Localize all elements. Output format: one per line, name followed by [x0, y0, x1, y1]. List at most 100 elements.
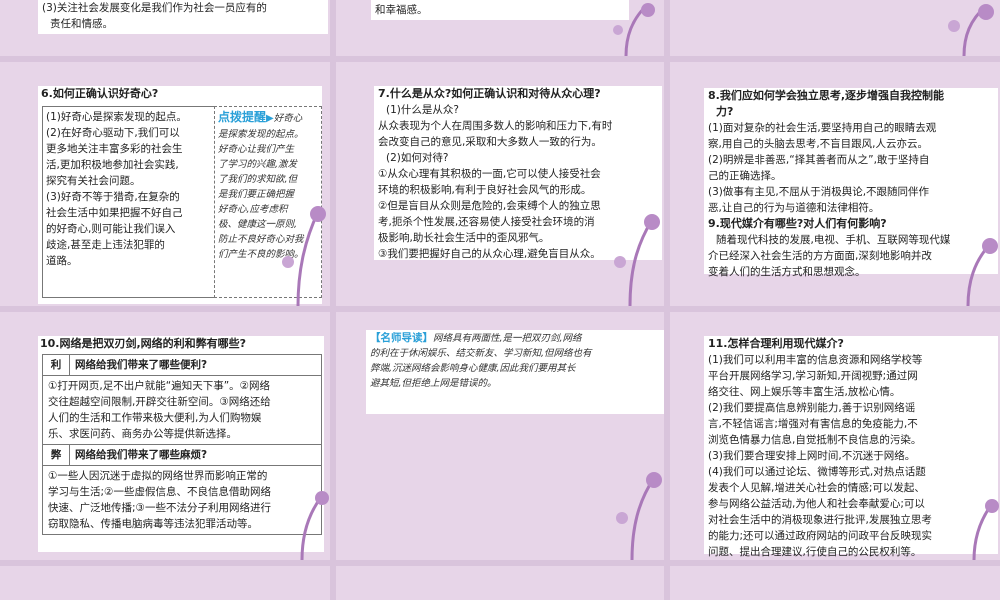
text-line: (3)关注社会发展变化是我们作为社会一员应有的 — [42, 2, 267, 14]
slide-q8-q9: 8.我们应如何学会独立思考,逐步增强自我控制能 力? (1)面对复杂的社会生活,… — [670, 62, 1000, 306]
slide-top-left: (3)关注社会发展变化是我们作为社会一员应有的 责任和情感。 — [0, 0, 330, 56]
guide-line: 避其短,但拒绝上网是错误的。 — [370, 378, 497, 389]
text-line: (2)在好奇心驱动下,我们可以 — [46, 127, 180, 139]
floral-decoration-icon — [966, 238, 998, 306]
text-line: 探究有关社会问题。 — [46, 175, 141, 187]
slide-bottom-right — [670, 566, 1000, 600]
slide-bottom-left — [0, 566, 330, 600]
slide-bottom-mid — [336, 566, 664, 600]
question-title: 6.如何正确认识好奇心? — [41, 87, 159, 100]
play-arrow-icon: ▶ — [266, 113, 274, 124]
table-row: 利 网络给我们带来了哪些便利? — [42, 354, 322, 376]
text-line: 络交往、网上娱乐等丰富生活,放松心情。 — [708, 386, 901, 398]
tip-header: 点拨提醒▶好奇心 — [218, 109, 318, 127]
table-cell: 利 — [42, 354, 70, 376]
table-row: ①一些人因沉迷于虚拟的网络世界而影响正常的 学习与生活;②一些虚假信息、不良信息… — [42, 465, 322, 535]
text-line: (3)做事有主见,不屈从于消极舆论,不跟随同伴作 — [708, 186, 930, 198]
text-line: 活,更加积极地参加社会实践, — [46, 159, 179, 171]
table-cell: 网络给我们带来了哪些麻烦? — [69, 444, 322, 466]
tip-line: 了学习的兴趣,激发 — [218, 159, 298, 170]
text-line: 言,不轻信谣言;增强对有害信息的免疫能力,不 — [708, 418, 918, 430]
text-line: 浏览色情暴力信息,自觉抵制不良信息的污染。 — [708, 434, 922, 446]
text-line: 更多地关注丰富多彩的社会生 — [46, 143, 183, 155]
text-line: 察,用自己的头脑去思考,不盲目跟风,人云亦云。 — [708, 138, 929, 150]
text-line: 快速、广泛地传播;③一些不法分子利用网络进行 — [48, 502, 271, 514]
text-line: (2)如何对待? — [386, 152, 449, 164]
question-title: 11.怎样合理利用现代媒介? — [708, 337, 844, 350]
guide-card: 【名师导读】网络具有两面性,是一把双刃剑,网络 的利在于休闲娱乐、结交新友、学习… — [366, 330, 664, 414]
guide-line: 网络具有两面性,是一把双刃剑,网络 — [433, 333, 582, 344]
tip-line: 了我们的求知欲,但 — [218, 174, 298, 185]
table-row: 弊 网络给我们带来了哪些麻烦? — [42, 444, 322, 466]
text-line: (1)什么是从众? — [386, 104, 459, 116]
slide-top-mid: 和幸福感。 — [336, 0, 664, 56]
table-cell: 弊 — [42, 444, 70, 466]
text-line: (3)好奇不等于猎奇,在复杂的 — [46, 191, 180, 203]
slide-q10: 10.网络是把双刃剑,网络的利和弊有哪些? 利 网络给我们带来了哪些便利? ①打… — [0, 312, 330, 560]
question-title: 10.网络是把双刃剑,网络的利和弊有哪些? — [40, 337, 247, 350]
text-line: 会改变自己的意见,采取和大多数人一致的行为。 — [378, 136, 602, 148]
text-line: ①打开网页,足不出户就能“遍知天下事”。②网络 — [48, 380, 271, 392]
question-title: 7.什么是从众?如何正确认识和对待从众心理? — [378, 87, 601, 100]
slide-q7: 7.什么是从众?如何正确认识和对待从众心理? (1)什么是从众? 从众表现为个人… — [336, 62, 664, 306]
text-line: 社会生活中如果把握不好自己 — [46, 207, 183, 219]
text-line: 交往超越空间限制,开辟交往新空间。③网络还给 — [48, 396, 271, 408]
text-line: (3)我们要合理安排上网时间,不沉迷于网络。 — [708, 450, 916, 462]
text-line: 道路。 — [46, 255, 78, 267]
tip-line: 是探索发现的起点。 — [218, 129, 304, 140]
top-mid-card: 和幸福感。 — [371, 0, 629, 20]
table-cell: 网络给我们带来了哪些便利? — [69, 354, 322, 376]
floral-decoration-icon — [613, 3, 655, 56]
text-line: 乐、求医问药、商务办公等提供新选择。 — [48, 428, 237, 440]
text-line: ①从众心理有其积极的一面,它可以使人接受社会 — [378, 168, 601, 180]
text-line: (1)面对复杂的社会生活,要坚持用自己的眼睛去观 — [708, 122, 937, 134]
question-title: 8.我们应如何学会独立思考,逐步增强自我控制能 — [708, 89, 945, 102]
text-line: 参与网络公益活动,为他人和社会奉献爱心;可以 — [708, 498, 925, 510]
text-line: 的好奇心,则可能让我们误入 — [46, 223, 176, 235]
guide-line: 的利在于休闲娱乐、结交新友、学习新知,但网络也有 — [370, 348, 592, 359]
text-line: (2)明辨是非善恶,“择其善者而从之”,敢于坚持自 — [708, 154, 930, 166]
text-line: 恶,让自己的行为与道德和法律相符。 — [708, 202, 880, 214]
q11-card: 11.怎样合理利用现代媒介? (1)我们可以利用丰富的信息资源和网络学校等 平台… — [704, 336, 998, 558]
slide-top-right — [670, 0, 1000, 56]
tip-title: 点拨提醒 — [218, 110, 267, 124]
guide-line: 弊端,沉迷网络会影响身心健康,因此我们要用其长 — [370, 363, 576, 374]
slide-q6: 6.如何正确认识好奇心? (1)好奇心是探索发现的起点。 (2)在好奇心驱动下,… — [0, 62, 330, 306]
text-line: 和幸福感。 — [375, 4, 428, 16]
text-line: 问题、提出合理建议,行使自己的公民权利等。 — [708, 546, 922, 558]
text-line: 责任和情感。 — [50, 18, 113, 30]
question-title: 力? — [716, 105, 734, 118]
floral-decoration-icon — [614, 214, 660, 306]
text-line: (4)我们可以通过论坛、微博等形式,对热点话题 — [708, 466, 926, 478]
tip-line: 好奇心让我们产生 — [218, 144, 295, 155]
text-line: 从众表现为个人在周围多数人的影响和压力下,有时 — [378, 120, 613, 132]
pros-cons-table: 利 网络给我们带来了哪些便利? ①打开网页,足不出户就能“遍知天下事”。②网络 … — [42, 354, 322, 535]
text-line: 学习与生活;②一些虚假信息、不良信息借助网络 — [48, 486, 271, 498]
floral-decoration-icon — [972, 499, 999, 560]
floral-decoration-icon — [300, 491, 329, 560]
q10-card: 10.网络是把双刃剑,网络的利和弊有哪些? 利 网络给我们带来了哪些便利? ①打… — [38, 336, 324, 552]
table-cell: ①打开网页,足不出户就能“遍知天下事”。②网络 交往超越空间限制,开辟交往新空间… — [42, 375, 322, 445]
floral-decoration-icon — [948, 4, 994, 56]
slide-guide: 【名师导读】网络具有两面性,是一把双刃剑,网络 的利在于休闲娱乐、结交新友、学习… — [336, 312, 664, 560]
table-cell: ①一些人因沉迷于虚拟的网络世界而影响正常的 学习与生活;②一些虚假信息、不良信息… — [42, 465, 322, 535]
table-row: ①打开网页,足不出户就能“遍知天下事”。②网络 交往超越空间限制,开辟交往新空间… — [42, 375, 322, 445]
slide-q11: 11.怎样合理利用现代媒介? (1)我们可以利用丰富的信息资源和网络学校等 平台… — [670, 312, 1000, 560]
text-line: 人们的生活和工作带来极大便利,为人们购物娱 — [48, 412, 262, 424]
text-line: 【名师导读】网络具有两面性,是一把双刃剑,网络 — [370, 330, 660, 346]
top-left-card: (3)关注社会发展变化是我们作为社会一员应有的 责任和情感。 — [38, 0, 328, 34]
text-line: 环境的积极影响,有利于良好社会风气的形成。 — [378, 184, 592, 196]
text-line: 窃取隐私、传播电脑病毒等违法犯罪活动等。 — [48, 518, 258, 530]
guide-title: 【名师导读】 — [370, 332, 433, 344]
text-line: 歧途,甚至走上违法犯罪的 — [46, 239, 165, 251]
text-line: 发表个人见解,增进关心社会的情感;可以发起、 — [708, 482, 925, 494]
text-line: 的能力;还可以通过政府网站的问政平台反映现实 — [708, 530, 933, 542]
text-line: 己的正确选择。 — [708, 170, 782, 182]
text-line: 对社会生活中的消极现象进行批评,发展独立思考 — [708, 514, 932, 526]
text-line: (1)我们可以利用丰富的信息资源和网络学校等 — [708, 354, 923, 366]
floral-decoration-icon — [282, 206, 326, 306]
tip-line: 好奇心 — [273, 113, 303, 124]
text-line: (2)我们要提高信息辨别能力,善于识别网络谣 — [708, 402, 916, 414]
q6-answer-box: (1)好奇心是探索发现的起点。 (2)在好奇心驱动下,我们可以 更多地关注丰富多… — [42, 106, 218, 298]
question-title: 9.现代媒介有哪些?对人们有何影响? — [708, 217, 887, 230]
